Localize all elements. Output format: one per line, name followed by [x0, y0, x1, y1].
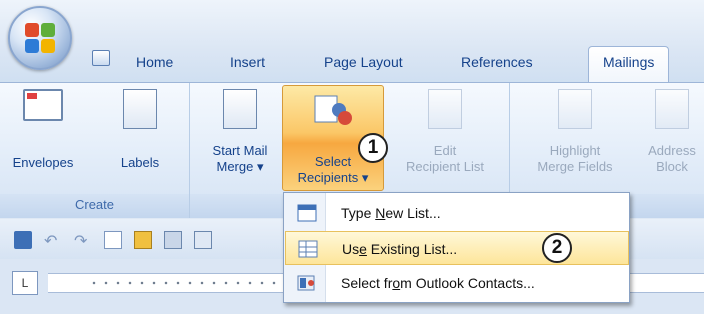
tab-page-layout[interactable]: Page Layout — [318, 52, 409, 78]
tab-references[interactable]: References — [455, 52, 539, 78]
print-icon[interactable] — [164, 231, 182, 249]
office-logo-icon — [25, 23, 55, 53]
highlight-icon — [558, 89, 592, 129]
address-block-icon — [655, 89, 689, 129]
open-folder-icon[interactable] — [134, 231, 152, 249]
envelope-icon — [23, 89, 63, 121]
word-window: Home Insert Page Layout References Maili… — [0, 0, 704, 314]
start-mail-merge-button[interactable]: Start Mail Merge ▾ — [200, 89, 280, 175]
mail-merge-icon — [223, 89, 257, 129]
tab-selector-button[interactable]: L — [12, 271, 38, 295]
callout-1-badge: 1 — [358, 133, 388, 163]
menu-item-type-new-list[interactable]: Type New List... — [285, 196, 629, 230]
ribbon-tab-strip: Home Insert Page Layout References Maili… — [0, 0, 704, 84]
menu-item-use-existing-list[interactable]: Use Existing List... — [285, 231, 629, 265]
group-create: Envelopes Labels Create — [0, 83, 190, 218]
tab-insert[interactable]: Insert — [224, 52, 271, 78]
edit-recipient-list-button[interactable]: Edit Recipient List — [390, 89, 500, 175]
recipients-icon — [313, 92, 353, 132]
group-label-create: Create — [0, 194, 189, 218]
layout-icon[interactable] — [194, 231, 212, 249]
edit-list-icon — [428, 89, 462, 129]
address-block-button[interactable]: Address Block — [640, 89, 704, 175]
undo-icon[interactable]: ↶ — [44, 231, 62, 250]
select-recipients-menu: Type New List... Use Existing List... 2 … — [283, 192, 630, 303]
envelopes-button[interactable]: Envelopes — [8, 89, 78, 171]
tab-home[interactable]: Home — [130, 52, 179, 78]
new-document-icon[interactable] — [104, 231, 122, 249]
tab-mailings[interactable]: Mailings — [588, 46, 670, 82]
highlight-merge-fields-button[interactable]: Highlight Merge Fields — [520, 89, 630, 175]
office-button[interactable] — [8, 6, 72, 70]
outlook-contacts-icon — [297, 275, 315, 291]
table-new-icon — [297, 204, 317, 222]
quick-access-icon[interactable] — [92, 50, 110, 66]
redo-icon[interactable]: ↷ — [74, 231, 92, 250]
save-icon[interactable] — [14, 231, 32, 249]
menu-item-outlook-contacts[interactable]: Select from Outlook Contacts... — [285, 266, 629, 300]
table-existing-icon — [298, 240, 318, 258]
labels-icon — [123, 89, 157, 129]
callout-2-badge: 2 — [542, 233, 572, 263]
labels-button[interactable]: Labels — [110, 89, 170, 171]
